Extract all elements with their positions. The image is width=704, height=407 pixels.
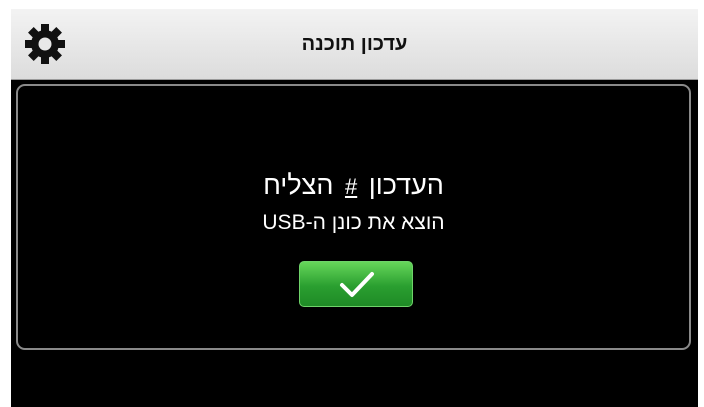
message-panel: העדכון # הצליח הוצא את כונן ה-USB	[16, 84, 691, 350]
checkmark-icon	[340, 272, 374, 297]
device-screen: עדכון תוכנה העדכון # הצליח הוצא את כונן …	[11, 9, 698, 407]
page-title: עדכון תוכנה	[301, 33, 408, 55]
message-start: העדכון	[368, 170, 444, 200]
header-bar: עדכון תוכנה	[11, 9, 698, 80]
remove-usb-instruction: הוצא את כונן ה-USB	[262, 211, 445, 234]
update-number-placeholder: #	[344, 174, 358, 199]
confirm-button[interactable]	[299, 261, 413, 307]
update-status-message: העדכון # הצליח	[18, 170, 689, 201]
message-end: הצליח	[263, 170, 334, 200]
gear-icon[interactable]	[22, 21, 68, 67]
